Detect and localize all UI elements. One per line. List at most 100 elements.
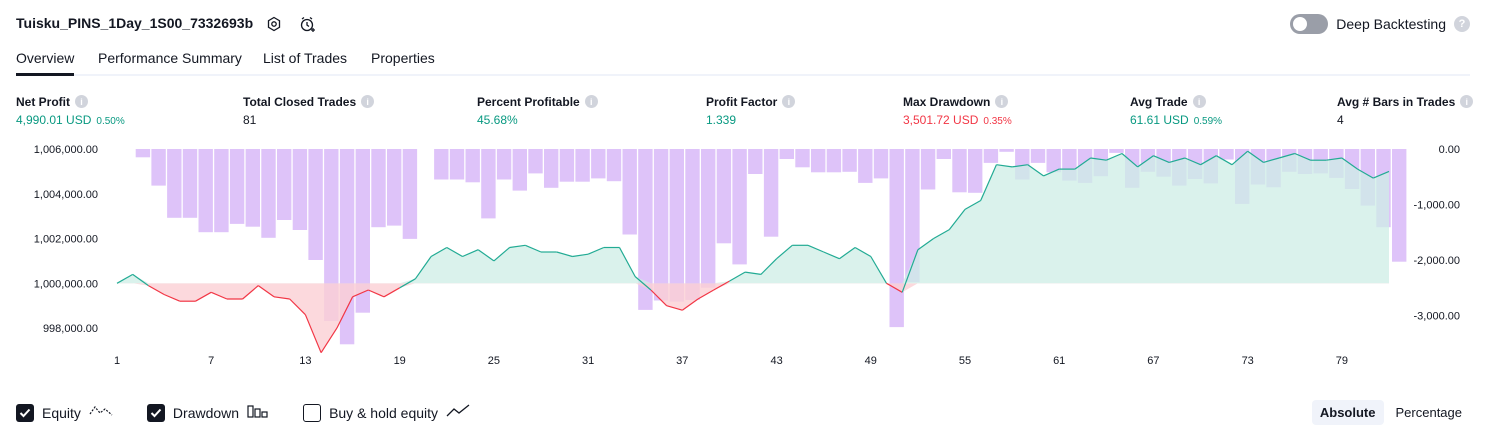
strategy-header: Tuisku_PINS_1Day_1S00_7332693b Deep Back… [16, 12, 1470, 36]
drawdown-bar [261, 149, 276, 238]
absolute-button[interactable]: Absolute [1311, 400, 1384, 425]
equity-line-icon [89, 403, 113, 424]
drawdown-bar [229, 149, 245, 224]
legend-drawdown[interactable]: Drawdown [146, 403, 269, 424]
deep-backtesting-toggle[interactable] [1290, 14, 1329, 34]
settings-icon[interactable] [264, 14, 284, 34]
info-icon[interactable]: i [1192, 95, 1206, 108]
equity-checkbox[interactable] [16, 404, 34, 422]
tab-list-of-trades[interactable]: List of Trades [263, 50, 347, 76]
drawdown-bar [151, 149, 166, 186]
drawdown-bar [1219, 149, 1234, 160]
info-icon[interactable]: i [584, 95, 598, 108]
right-axis: 0.00 -1,000.00 -2,000.00 -3,000.00 [1414, 144, 1460, 323]
info-icon[interactable]: i [361, 95, 375, 108]
x-axis-tick: 79 [1336, 355, 1348, 367]
legend-label: Buy & hold equity [329, 405, 439, 421]
metric-value: 61.61 USD [1130, 113, 1189, 127]
metric-value: 1.339 [706, 113, 737, 127]
drawdown-bar [889, 149, 904, 328]
metric-label: Total Closed Trades [243, 94, 357, 109]
metric-label: Avg Trade [1130, 94, 1188, 109]
left-axis-tick: 1,002,000.00 [34, 234, 98, 246]
drawdown-bar [575, 149, 590, 182]
drawdown-bar [669, 149, 684, 302]
right-axis-tick: 0.00 [1439, 144, 1460, 156]
right-axis-tick: -2,000.00 [1414, 255, 1460, 267]
drawdown-bar [182, 149, 198, 218]
left-axis-tick: 1,004,000.00 [34, 189, 98, 201]
right-axis-tick: -3,000.00 [1414, 311, 1460, 323]
metric-label: Net Profit [16, 94, 70, 109]
x-axis-tick: 49 [865, 355, 877, 367]
tab-performance-summary[interactable]: Performance Summary [98, 50, 242, 76]
drawdown-bar [481, 149, 496, 219]
drawdown-bar [826, 149, 842, 173]
x-axis-tick: 31 [582, 355, 594, 367]
drawdown-bar [936, 149, 951, 159]
drawdown-bar [214, 149, 229, 233]
drawdown-bar [811, 149, 826, 173]
drawdown-bar [402, 149, 418, 239]
drawdown-bar [748, 149, 763, 174]
x-axis-tick: 73 [1242, 355, 1254, 367]
legend-equity[interactable]: Equity [16, 403, 113, 424]
metric-percent-profitable: Percent Profitable i 45.68% [477, 94, 598, 127]
drawdown-bar [245, 149, 260, 227]
x-axis-tick: 25 [488, 355, 500, 367]
drawdown-bar [968, 149, 983, 193]
left-axis: 1,006,000.00 1,004,000.00 1,002,000.00 1,00… [34, 144, 98, 335]
drawdown-bar [371, 149, 386, 228]
drawdown-checkbox[interactable] [146, 404, 165, 422]
drawdown-bar [1392, 149, 1407, 262]
drawdown-bar [277, 149, 292, 220]
drawdown-bar [622, 149, 637, 235]
legend-buy-hold[interactable]: Buy & hold equity [303, 403, 470, 424]
drawdown-bar [387, 149, 402, 226]
drawdown-bar [873, 149, 889, 179]
drawdown-bar [920, 149, 936, 190]
drawdown-bar [1109, 149, 1124, 153]
metric-percent: 0.59% [1193, 116, 1223, 127]
help-icon[interactable]: ? [1454, 16, 1470, 32]
drawdown-bar [701, 149, 716, 288]
x-axis-tick: 61 [1053, 355, 1065, 367]
metric-max-drawdown: Max Drawdown i 3,501.72 USD 0.35% [903, 94, 1012, 128]
drawdown-bar [858, 149, 873, 183]
drawdown-bar [167, 149, 182, 218]
strategy-title: Tuisku_PINS_1Day_1S00_7332693b [16, 15, 254, 31]
drawdown-bars-icon [247, 403, 269, 424]
drawdown-bar [653, 149, 669, 301]
x-axis: 1 7 13 19 25 31 37 43 49 55 61 67 73 79 [114, 355, 1348, 367]
info-icon[interactable]: i [782, 95, 796, 108]
drawdown-bar [732, 149, 747, 265]
metric-value: 45.68% [477, 113, 518, 127]
metric-label: Profit Factor [706, 94, 778, 109]
drawdown-bar [544, 149, 559, 188]
equity-drawdown-chart[interactable]: 1,006,000.00 1,004,000.00 1,002,000.00 1,00… [0, 138, 1486, 370]
drawdown-bar [952, 149, 967, 193]
tab-properties[interactable]: Properties [371, 50, 435, 76]
tab-bar: Overview Performance Summary List of Tra… [16, 48, 1470, 76]
info-icon[interactable]: i [75, 95, 88, 108]
drawdown-bar [1030, 149, 1046, 163]
buy-hold-checkbox[interactable] [303, 404, 322, 422]
add-alert-icon[interactable] [298, 14, 318, 34]
metric-value: 4 [1337, 113, 1344, 127]
x-axis-tick: 67 [1147, 355, 1159, 367]
tab-overview[interactable]: Overview [16, 50, 75, 76]
info-icon[interactable]: i [995, 95, 1009, 108]
drawdown-bar [606, 149, 622, 182]
chart-legend: Equity Drawdown Buy & hold equity [16, 402, 504, 424]
drawdown-bar [465, 149, 480, 183]
x-axis-tick: 55 [959, 355, 971, 367]
drawdown-bar [434, 149, 449, 180]
buy-hold-line-icon [446, 403, 470, 424]
metric-net-profit: Net Profit i 4,990.01 USD 0.50% [16, 94, 125, 128]
drawdown-bar [795, 149, 810, 168]
metric-value: 3,501.72 USD [903, 113, 979, 127]
percentage-button[interactable]: Percentage [1388, 400, 1471, 425]
info-icon[interactable]: i [1460, 95, 1474, 108]
x-axis-tick: 43 [770, 355, 782, 367]
metric-profit-factor: Profit Factor i 1.339 [706, 94, 796, 127]
